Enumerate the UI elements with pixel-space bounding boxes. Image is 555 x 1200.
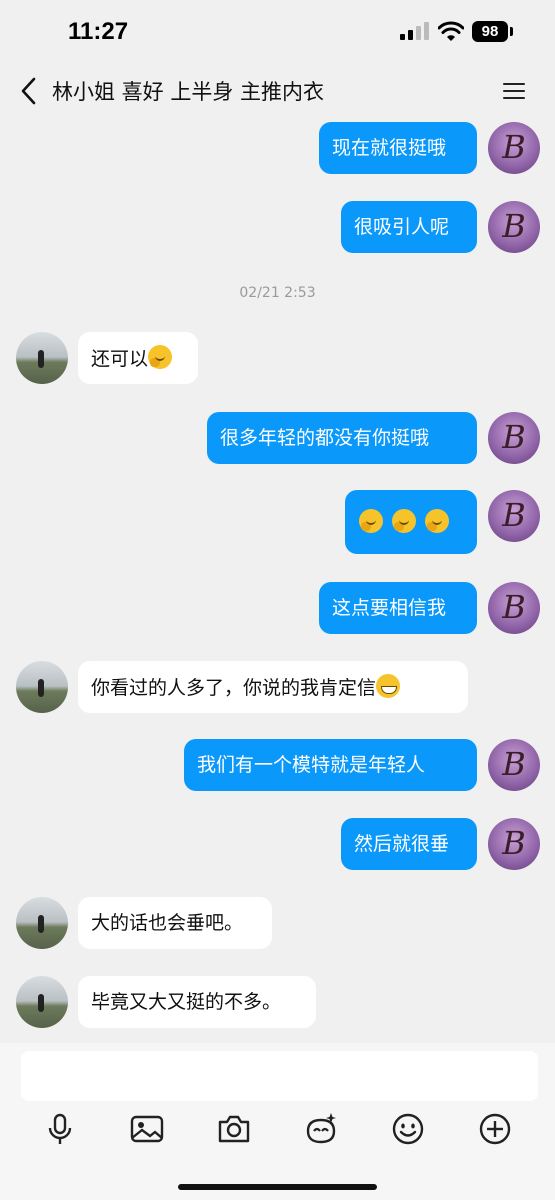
chat-title: 林小姐 喜好 上半身 主推内衣 xyxy=(52,80,325,104)
message-text: 这点要相信我 xyxy=(332,597,447,619)
microphone-icon[interactable] xyxy=(42,1111,78,1147)
cellular-signal-icon xyxy=(400,22,430,40)
message-bubble[interactable]: 大的话也会垂吧。 xyxy=(78,897,272,949)
my-avatar[interactable]: B xyxy=(488,582,540,634)
contact-avatar[interactable] xyxy=(16,897,68,949)
message-bubble[interactable]: 很多年轻的都没有你挺哦 xyxy=(207,412,477,464)
message-bubble[interactable]: 还可以 xyxy=(78,332,198,384)
back-arrow-icon[interactable] xyxy=(14,74,44,108)
face-with-hand-over-mouth-icon xyxy=(392,509,416,533)
message-text: 还可以 xyxy=(91,348,149,370)
avatar-letter: B xyxy=(502,824,526,862)
face-with-hand-over-mouth-icon xyxy=(425,509,449,533)
my-avatar[interactable]: B xyxy=(488,412,540,464)
camera-icon[interactable] xyxy=(216,1111,252,1147)
message-input[interactable] xyxy=(21,1051,538,1101)
my-avatar[interactable]: B xyxy=(488,818,540,870)
message-bubble[interactable]: 毕竟又大又挺的不多。 xyxy=(78,976,316,1028)
avatar-letter: B xyxy=(502,745,526,783)
message-bubble[interactable]: 这点要相信我 xyxy=(319,582,477,634)
avatar-letter: B xyxy=(502,207,526,245)
message-text: 我们有一个模特就是年轻人 xyxy=(197,754,426,776)
my-avatar[interactable]: B xyxy=(488,739,540,791)
emoji-icon[interactable] xyxy=(390,1111,426,1147)
my-avatar[interactable]: B xyxy=(488,490,540,542)
status-bar: 11:27 98 xyxy=(0,0,555,64)
grinning-face-icon xyxy=(376,674,401,698)
message-text: 现在就很挺哦 xyxy=(332,137,447,159)
menu-icon[interactable] xyxy=(500,78,528,104)
message-bubble[interactable] xyxy=(345,490,477,554)
battery-tip xyxy=(510,27,513,36)
wifi-icon xyxy=(438,21,464,41)
avatar-letter: B xyxy=(502,496,526,534)
battery-indicator: 98 xyxy=(472,21,508,42)
my-avatar[interactable]: B xyxy=(488,201,540,253)
contact-avatar[interactable] xyxy=(16,976,68,1028)
image-icon[interactable] xyxy=(129,1111,165,1147)
message-text: 然后就很垂 xyxy=(354,833,450,855)
chat-header: 林小姐 喜好 上半身 主推内衣 xyxy=(0,64,555,118)
avatar-letter: B xyxy=(502,418,526,456)
message-bubble[interactable]: 很吸引人呢 xyxy=(341,201,477,253)
plus-icon[interactable] xyxy=(477,1111,513,1147)
message-text: 很吸引人呢 xyxy=(354,216,450,238)
contact-avatar[interactable] xyxy=(16,332,68,384)
my-avatar[interactable]: B xyxy=(488,122,540,174)
clock: 11:27 xyxy=(68,18,129,45)
message-text: 大的话也会垂吧。 xyxy=(91,912,244,934)
face-with-hand-over-mouth-icon xyxy=(148,345,173,369)
message-text: 你看过的人多了，你说的我肯定信 xyxy=(91,677,377,699)
face-with-hand-over-mouth-icon xyxy=(359,509,383,533)
message-text: 很多年轻的都没有你挺哦 xyxy=(220,427,430,449)
message-bubble[interactable]: 然后就很垂 xyxy=(341,818,477,870)
composer xyxy=(0,1043,555,1200)
avatar-letter: B xyxy=(502,128,526,166)
message-text: 毕竟又大又挺的不多。 xyxy=(91,991,282,1013)
message-bubble[interactable]: 我们有一个模特就是年轻人 xyxy=(184,739,477,791)
message-bubble[interactable]: 现在就很挺哦 xyxy=(319,122,477,174)
timestamp: 02/21 2:53 xyxy=(239,285,316,301)
message-bubble[interactable]: 你看过的人多了，你说的我肯定信 xyxy=(78,661,468,713)
avatar-letter: B xyxy=(502,588,526,626)
contact-avatar[interactable] xyxy=(16,661,68,713)
home-indicator[interactable] xyxy=(178,1184,377,1190)
ai-sparkle-icon[interactable] xyxy=(303,1111,339,1147)
message-list[interactable]: 现在就很挺哦 B 很吸引人呢 B 02/21 2:53 还可以 很多年轻的都没有… xyxy=(0,118,555,1043)
